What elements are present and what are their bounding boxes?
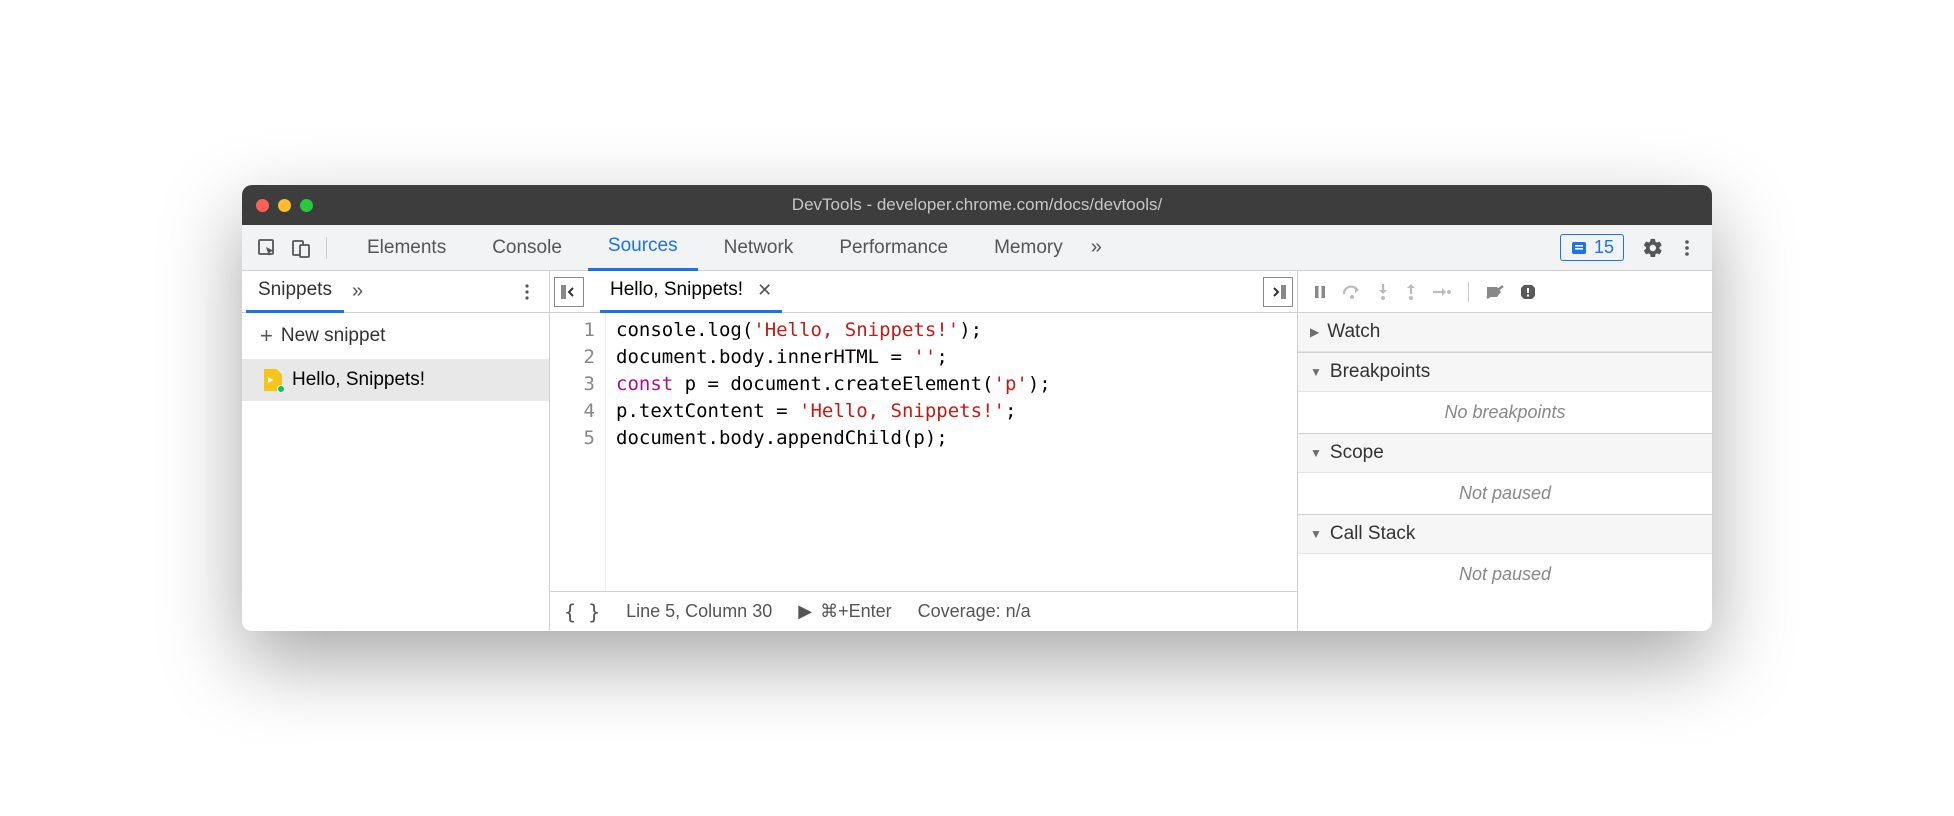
maximize-window-button[interactable] [300,199,313,212]
new-snippet-button[interactable]: + New snippet [242,313,549,359]
snippet-file-icon [264,369,282,391]
breakpoints-section: ▼ Breakpoints No breakpoints [1298,353,1712,434]
editor-tab-label: Hello, Snippets! [610,279,743,301]
collapse-icon: ▶ [1310,325,1319,339]
more-options-icon[interactable] [1670,231,1704,265]
sidebar-more-tabs-icon[interactable]: » [344,280,371,303]
tab-memory[interactable]: Memory [974,225,1083,271]
callstack-section: ▼ Call Stack Not paused [1298,515,1712,595]
more-tabs-icon[interactable]: » [1083,236,1110,259]
debugger-pane: ▶ Watch ▼ Breakpoints No breakpoints ▼ S… [1298,271,1712,631]
scope-header[interactable]: ▼ Scope [1298,434,1712,473]
tab-sources[interactable]: Sources [588,225,698,271]
breakpoints-label: Breakpoints [1330,361,1430,383]
step-into-icon[interactable] [1374,281,1392,303]
callstack-body: Not paused [1298,554,1712,595]
snippet-item[interactable]: Hello, Snippets! [242,359,549,401]
watch-label: Watch [1327,321,1380,343]
titlebar: DevTools - developer.chrome.com/docs/dev… [242,185,1712,225]
toolbar-separator [326,237,327,259]
snippet-list: + New snippet Hello, Snippets! [242,313,549,631]
code-content: console.log('Hello, Snippets!');document… [606,313,1061,591]
watch-header[interactable]: ▶ Watch [1298,313,1712,352]
step-over-icon[interactable] [1340,282,1364,302]
scope-label: Scope [1330,442,1384,464]
close-tab-icon[interactable]: ✕ [757,280,772,301]
window-title: DevTools - developer.chrome.com/docs/dev… [242,195,1712,215]
editor-status-bar: { } Line 5, Column 30 ▶ ⌘+Enter Coverage… [550,591,1297,631]
tab-elements[interactable]: Elements [347,225,466,271]
show-navigator-button[interactable] [554,277,584,307]
tab-console[interactable]: Console [472,225,582,271]
settings-icon[interactable] [1636,231,1670,265]
tab-performance[interactable]: Performance [819,225,968,271]
editor-file-tab[interactable]: Hello, Snippets! ✕ [600,271,782,313]
cursor-position: Line 5, Column 30 [626,601,772,622]
traffic-lights [256,199,313,212]
play-icon: ▶ [798,601,812,622]
main-toolbar: ElementsConsoleSourcesNetworkPerformance… [242,225,1712,271]
inspect-element-icon[interactable] [250,231,284,265]
scope-section: ▼ Scope Not paused [1298,434,1712,515]
device-toggle-icon[interactable] [284,231,318,265]
issues-button[interactable]: 15 [1560,234,1624,261]
tab-network[interactable]: Network [704,225,814,271]
sidebar-menu-icon[interactable] [509,282,545,302]
show-debugger-button[interactable] [1263,277,1293,307]
breakpoints-header[interactable]: ▼ Breakpoints [1298,353,1712,392]
new-snippet-label: New snippet [281,325,386,347]
pause-on-exceptions-icon[interactable] [1517,281,1539,303]
panel-tabs: ElementsConsoleSourcesNetworkPerformance… [347,225,1083,271]
snippet-item-label: Hello, Snippets! [292,369,425,391]
breakpoints-body: No breakpoints [1298,392,1712,433]
run-snippet-button[interactable]: ▶ ⌘+Enter [798,601,891,622]
issues-icon [1570,239,1588,257]
devtools-window: DevTools - developer.chrome.com/docs/dev… [242,185,1712,631]
plus-icon: + [260,323,273,349]
code-editor[interactable]: 12345 console.log('Hello, Snippets!');do… [550,313,1297,591]
expand-icon: ▼ [1310,365,1322,379]
sidebar-header: Snippets » [242,271,549,313]
debug-toolbar [1298,271,1712,313]
expand-icon: ▼ [1310,446,1322,460]
editor-column: Hello, Snippets! ✕ 12345 console.log('He… [550,271,1298,631]
issues-count: 15 [1594,237,1614,258]
editor-tab-bar: Hello, Snippets! ✕ [550,271,1297,313]
close-window-button[interactable] [256,199,269,212]
expand-icon: ▼ [1310,527,1322,541]
line-gutter: 12345 [550,313,606,591]
pause-icon[interactable] [1310,282,1330,302]
callstack-header[interactable]: ▼ Call Stack [1298,515,1712,554]
callstack-label: Call Stack [1330,523,1416,545]
minimize-window-button[interactable] [278,199,291,212]
deactivate-breakpoints-icon[interactable] [1483,282,1507,302]
coverage-label: Coverage: n/a [918,601,1031,622]
step-out-icon[interactable] [1402,281,1420,303]
step-icon[interactable] [1430,283,1454,301]
main-content: Snippets » + New snippet Hello, Snippets… [242,271,1712,631]
pretty-print-icon[interactable]: { } [564,600,600,624]
watch-section: ▶ Watch [1298,313,1712,353]
scope-body: Not paused [1298,473,1712,514]
navigator-sidebar: Snippets » + New snippet Hello, Snippets… [242,271,550,631]
snippets-tab[interactable]: Snippets [246,271,344,313]
run-shortcut-label: ⌘+Enter [820,601,892,622]
debug-separator [1468,282,1469,302]
